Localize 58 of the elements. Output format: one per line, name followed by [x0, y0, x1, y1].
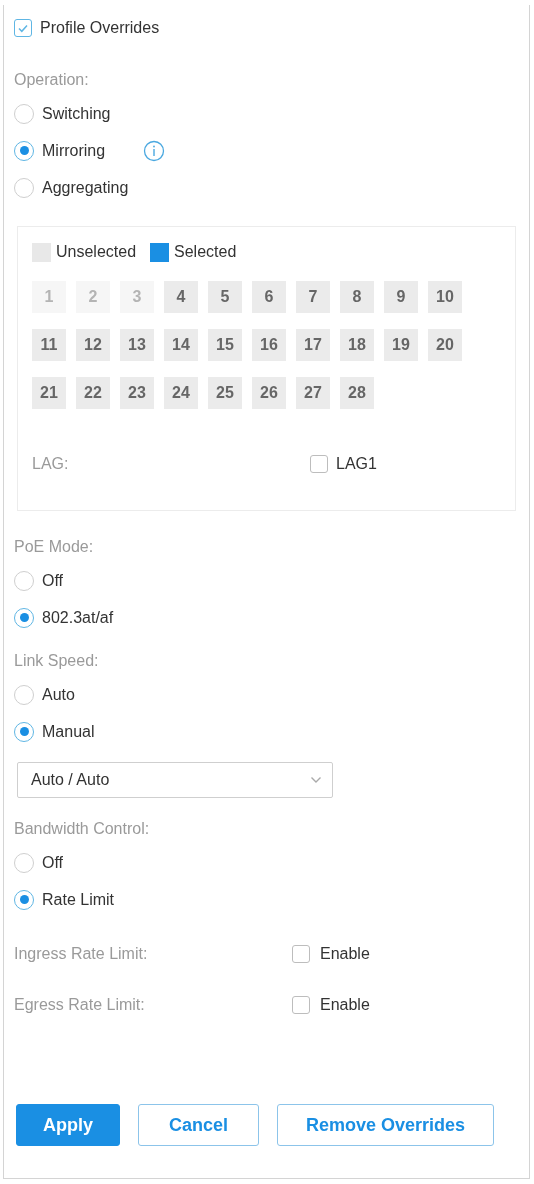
port-tile[interactable]: 22	[76, 377, 110, 409]
section-label: PoE Mode:	[14, 537, 95, 557]
section-label: Operation:	[14, 70, 90, 90]
section-label: Link Speed:	[14, 651, 100, 671]
port-tile[interactable]: 26	[252, 377, 286, 409]
port-tile[interactable]: 5	[208, 281, 242, 313]
option-label[interactable]: 802.3at/af	[42, 608, 114, 627]
port-tile[interactable]: 18	[340, 329, 374, 361]
option-label[interactable]: Rate Limit	[42, 890, 115, 909]
port-tile[interactable]: 15	[208, 329, 242, 361]
check-icon	[17, 22, 29, 34]
apply-button[interactable]: Apply	[16, 1104, 120, 1146]
port-tile[interactable]: 7	[296, 281, 330, 313]
checkbox-label[interactable]: Profile Overrides	[40, 19, 160, 37]
port-tile[interactable]: 10	[428, 281, 462, 313]
port-tile[interactable]: 4	[164, 281, 198, 313]
info-icon[interactable]	[143, 139, 166, 162]
port-tile[interactable]: 19	[384, 329, 418, 361]
speed-select[interactable]: Auto / Auto	[17, 762, 333, 798]
option-label[interactable]: Manual	[42, 722, 95, 741]
option-label[interactable]: Auto	[42, 685, 75, 704]
port-tile[interactable]: 24	[164, 377, 198, 409]
port-tile[interactable]: 20	[428, 329, 462, 361]
checkbox[interactable]	[292, 995, 310, 1014]
port-tile[interactable]: 14	[164, 329, 198, 361]
action-button[interactable]: Cancel	[138, 1104, 260, 1146]
action-button[interactable]: Remove Overrides	[277, 1104, 495, 1146]
section-label: Bandwidth Control:	[14, 819, 151, 839]
port-tile[interactable]: 28	[340, 377, 374, 409]
port-tile[interactable]: 8	[340, 281, 374, 313]
port-tile[interactable]: 25	[208, 377, 242, 409]
checkbox[interactable]	[292, 944, 310, 963]
checkbox-label[interactable]: LAG1	[336, 455, 377, 473]
legend-label: Selected	[174, 243, 237, 261]
port-tile[interactable]: 6	[252, 281, 286, 313]
checkbox-label[interactable]: Enable	[320, 995, 370, 1014]
port-tile[interactable]: 27	[296, 377, 330, 409]
field-label: Ingress Rate Limit:	[14, 943, 149, 964]
port-tile[interactable]: 16	[252, 329, 286, 361]
option-label[interactable]: Switching	[42, 104, 111, 123]
port-tile[interactable]: 21	[32, 377, 66, 409]
checkbox[interactable]	[14, 19, 32, 37]
checkbox[interactable]	[310, 455, 328, 473]
port-tile[interactable]: 11	[32, 329, 66, 361]
chevron-down-icon	[310, 776, 322, 784]
port-tile[interactable]: 9	[384, 281, 418, 313]
port-tile[interactable]: 12	[76, 329, 110, 361]
option-label[interactable]: Off	[42, 571, 64, 590]
field-label: LAG:	[32, 454, 70, 474]
port-tile[interactable]: 23	[120, 377, 154, 409]
port-tile[interactable]: 13	[120, 329, 154, 361]
option-label[interactable]: Aggregating	[42, 178, 129, 197]
checkbox-label[interactable]: Enable	[320, 944, 370, 963]
option-label[interactable]: Mirroring	[42, 141, 106, 160]
option-label[interactable]: Off	[42, 853, 64, 872]
port-tile[interactable]: 17	[296, 329, 330, 361]
legend-label: Unselected	[56, 243, 137, 261]
field-label: Egress Rate Limit:	[14, 994, 146, 1015]
